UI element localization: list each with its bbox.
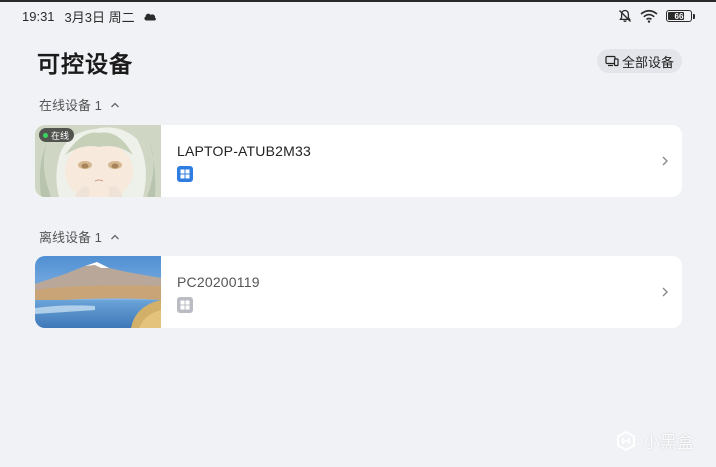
- chevron-right-icon: [648, 256, 682, 328]
- chevron-right-icon: [648, 125, 682, 197]
- wifi-icon: [640, 9, 658, 23]
- device-name: LAPTOP-ATUB2M33: [177, 143, 311, 159]
- status-time: 19:31: [22, 8, 55, 24]
- page-title: 可控设备: [37, 51, 133, 77]
- device-wallpaper-thumbnail: [35, 256, 161, 328]
- status-bar: 19:31 3月3日 周二 66: [22, 6, 695, 26]
- watermark: 小黑盒: [615, 428, 694, 453]
- device-wallpaper-thumbnail: 在线: [35, 125, 161, 197]
- online-dot: [43, 132, 48, 138]
- device-card-offline[interactable]: PC20200119: [35, 256, 682, 328]
- chevron-up-icon: [110, 234, 119, 239]
- status-date: 3月3日 周二: [64, 9, 135, 25]
- offline-section-title: 离线设备 1: [39, 230, 102, 245]
- battery-level: 66: [674, 11, 684, 21]
- device-card-online[interactable]: 在线 LAPTOP-ATUB2M33: [35, 125, 682, 197]
- offline-section-header[interactable]: 离线设备 1: [39, 227, 120, 246]
- cloud-sync-icon: [144, 13, 156, 21]
- online-status-badge: 在线: [39, 128, 75, 142]
- all-devices-button[interactable]: 全部设备: [596, 49, 682, 73]
- watermark-logo-icon: [617, 430, 635, 451]
- windows-icon: [177, 166, 193, 182]
- battery-icon: 66: [666, 10, 695, 22]
- all-devices-label: 全部设备: [621, 54, 674, 70]
- windows-icon: [177, 297, 193, 313]
- chevron-up-icon: [110, 102, 119, 107]
- bell-off-icon: [619, 9, 631, 23]
- online-section-title: 在线设备 1: [39, 98, 102, 113]
- online-status-label: 在线: [51, 130, 70, 141]
- top-edge-line: [0, 0, 716, 2]
- device-name: PC20200119: [177, 274, 260, 290]
- watermark-text: 小黑盒: [643, 433, 694, 452]
- online-section-header[interactable]: 在线设备 1: [39, 95, 120, 114]
- devices-icon: [605, 55, 619, 67]
